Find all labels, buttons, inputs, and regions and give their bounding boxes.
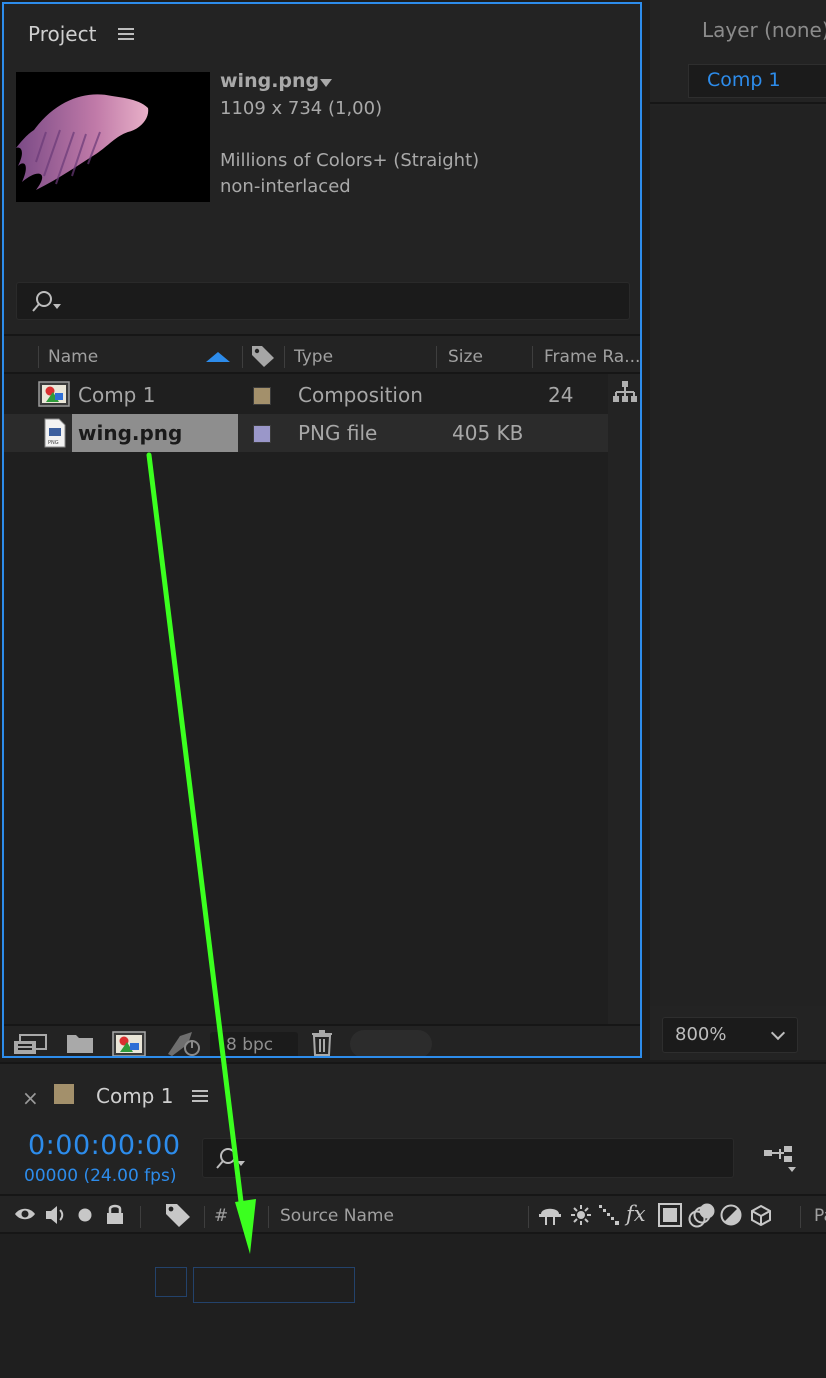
eye-icon[interactable] [14, 1206, 36, 1222]
magnification-select[interactable]: 800% [662, 1017, 798, 1053]
tab-comp-1[interactable]: Comp 1 [688, 64, 826, 98]
sort-ascending-icon[interactable] [206, 352, 230, 362]
composition-icon [38, 381, 70, 407]
column-separator [204, 1206, 205, 1228]
label-color-swatch[interactable] [253, 387, 271, 405]
zoom-value: 800% [675, 1024, 727, 1045]
quality-icon[interactable] [598, 1204, 622, 1226]
item-size: 405 KB [452, 421, 524, 445]
render-queue-icon[interactable] [164, 1030, 202, 1056]
column-name[interactable]: Name [48, 347, 98, 367]
item-type: Composition [298, 383, 423, 407]
drop-target-indicator [155, 1267, 187, 1297]
audio-icon[interactable] [44, 1204, 68, 1226]
png-file-icon: PNG [44, 418, 66, 448]
project-panel: Project wing.png 1109 x 734 (1,00) Milli… [2, 2, 642, 1058]
column-source-name[interactable]: Source Name [280, 1206, 394, 1226]
item-name[interactable]: wing.png [78, 421, 182, 445]
lock-icon[interactable] [104, 1203, 126, 1225]
column-frame-rate[interactable]: Frame Ra... [544, 347, 640, 367]
preview-name[interactable]: wing.png [220, 70, 319, 92]
list-item[interactable]: Comp 1 Composition 24 [4, 376, 608, 414]
shy-icon[interactable] [538, 1204, 564, 1226]
interpret-footage-icon[interactable] [12, 1032, 48, 1056]
trash-icon[interactable] [310, 1030, 334, 1056]
bit-depth-button[interactable]: 8 bpc [210, 1032, 298, 1056]
motion-blur-icon[interactable] [688, 1202, 716, 1228]
frame-count-fps: 00000 (24.00 fps) [24, 1166, 177, 1186]
flowchart-icon[interactable] [612, 380, 638, 404]
close-icon[interactable]: × [22, 1086, 39, 1110]
timeline-column-header: # Source Name fx Pa [0, 1194, 826, 1234]
hamburger-icon[interactable] [118, 28, 134, 41]
column-separator [242, 346, 243, 368]
frame-blend-icon[interactable] [658, 1203, 682, 1227]
footage-preview-thumbnail [16, 72, 210, 202]
adjustment-layer-icon[interactable] [720, 1204, 742, 1226]
timeline-tab[interactable]: Comp 1 [96, 1084, 173, 1108]
item-name: Comp 1 [78, 383, 156, 407]
svg-text:PNG: PNG [48, 440, 59, 446]
label-tag-icon[interactable] [164, 1202, 192, 1228]
3d-layer-icon[interactable] [750, 1204, 772, 1226]
search-icon [31, 290, 65, 314]
project-column-header: Name Type Size Frame Ra... [4, 334, 640, 374]
column-size[interactable]: Size [448, 347, 483, 367]
timeline-search-input[interactable] [202, 1138, 734, 1178]
hamburger-icon[interactable] [192, 1090, 208, 1103]
preview-interlace: non-interlaced [220, 176, 351, 197]
column-separator [140, 1206, 141, 1228]
column-number[interactable]: # [214, 1206, 228, 1226]
timeline-layer-area[interactable] [0, 1234, 826, 1378]
column-separator [532, 346, 533, 368]
column-separator [284, 346, 285, 368]
new-composition-icon[interactable] [112, 1031, 146, 1056]
folder-icon[interactable] [66, 1032, 94, 1054]
comp-flowchart-icon[interactable] [762, 1144, 798, 1174]
search-icon [215, 1147, 249, 1171]
column-separator [268, 1206, 269, 1228]
column-parent[interactable]: Pa [814, 1206, 826, 1226]
project-item-list: Comp 1 Composition 24 PNG wing.png PNG f… [4, 374, 608, 1024]
column-separator [38, 346, 39, 368]
project-footer: 8 bpc [4, 1024, 640, 1056]
fx-icon[interactable]: fx [626, 1202, 646, 1226]
column-separator [436, 346, 437, 368]
label-tag-icon[interactable] [250, 344, 276, 368]
comp-label-swatch [54, 1084, 74, 1104]
layer-tab-strip: Comp 1 [650, 60, 826, 104]
chevron-down-icon[interactable] [320, 79, 332, 87]
layer-panel-title[interactable]: Layer (none) [702, 18, 826, 42]
solo-icon[interactable] [78, 1208, 92, 1222]
item-frame-rate: 24 [548, 383, 574, 407]
project-search-input[interactable] [16, 282, 630, 320]
preview-color-depth: Millions of Colors+ (Straight) [220, 150, 480, 171]
collapse-icon[interactable] [570, 1204, 592, 1226]
project-flowchart-strip [608, 374, 640, 1024]
item-type: PNG file [298, 421, 378, 445]
preview-dimensions: 1109 x 734 (1,00) [220, 98, 383, 119]
layer-panel: Layer (none) Comp 1 800% [650, 0, 826, 1060]
list-item[interactable]: PNG wing.png PNG file 405 KB [4, 414, 608, 452]
label-color-swatch[interactable] [253, 425, 271, 443]
layer-viewer[interactable] [650, 106, 826, 1006]
column-separator [800, 1206, 801, 1228]
column-type[interactable]: Type [294, 347, 333, 367]
thumbnail-transparency-toggle[interactable] [350, 1030, 432, 1056]
drop-target-layer-bar [193, 1267, 355, 1303]
column-separator [528, 1206, 529, 1228]
timeline-panel: × Comp 1 0:00:00:00 00000 (24.00 fps) # [0, 1062, 826, 1378]
chevron-down-icon [770, 1025, 786, 1041]
current-time-display[interactable]: 0:00:00:00 [28, 1130, 181, 1161]
project-tab[interactable]: Project [28, 22, 96, 46]
